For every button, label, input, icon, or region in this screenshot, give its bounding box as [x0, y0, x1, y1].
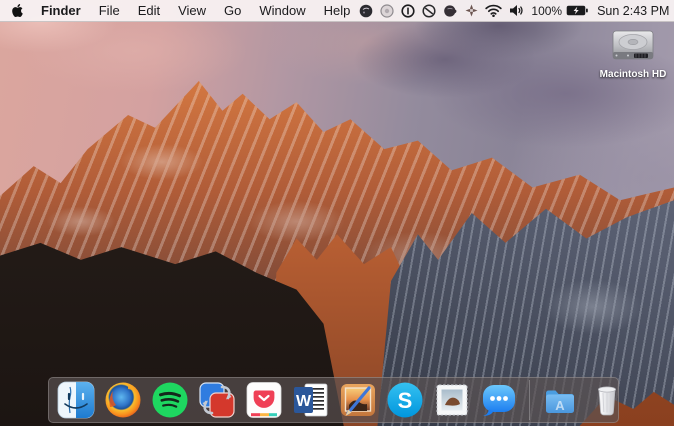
menu-item-window[interactable]: Window — [250, 0, 314, 21]
spotify-dock-icon[interactable] — [151, 381, 189, 419]
wallpaper — [0, 0, 674, 426]
wifi-icon[interactable] — [485, 4, 503, 17]
menu-item-help[interactable]: Help — [315, 0, 360, 21]
menu-bar-clock[interactable]: Sun 2:43 PM — [595, 4, 671, 18]
menu-bar: Finder File Edit View Go Window Help 100… — [0, 0, 674, 22]
pinwheel-icon[interactable] — [465, 4, 478, 17]
hard-drive-icon — [612, 30, 654, 60]
battery-status[interactable]: 100% — [531, 4, 588, 18]
word-letter: W — [296, 393, 312, 410]
applications-folder-dock-icon[interactable]: A — [541, 381, 579, 419]
desktop-screen: Finder File Edit View Go Window Help 100… — [0, 0, 674, 426]
volume-icon[interactable] — [509, 4, 524, 17]
gray-circle-icon[interactable] — [380, 3, 394, 18]
menu-item-finder[interactable]: Finder — [32, 0, 90, 21]
prohibit-circle-icon[interactable] — [422, 3, 436, 18]
applications-folder-letter: A — [555, 398, 565, 413]
messages-dock-icon[interactable] — [480, 381, 518, 419]
apple-menu-icon[interactable] — [11, 0, 32, 21]
menu-item-edit[interactable]: Edit — [129, 0, 169, 21]
battery-charging-icon — [566, 5, 588, 16]
menu-item-view[interactable]: View — [169, 0, 215, 21]
menu-item-file[interactable]: File — [90, 0, 129, 21]
dock: W S A — [48, 377, 619, 423]
word-dock-icon[interactable]: W — [292, 381, 330, 419]
dark-cup-icon[interactable] — [443, 4, 458, 18]
menu-item-go[interactable]: Go — [215, 0, 250, 21]
image-editor-dock-icon[interactable] — [339, 381, 377, 419]
power-circle-icon[interactable] — [401, 3, 415, 18]
pocket-dock-icon[interactable] — [245, 381, 283, 419]
dock-separator — [529, 380, 530, 420]
battery-percent-label: 100% — [531, 3, 563, 18]
skype-dock-icon[interactable]: S — [386, 381, 424, 419]
vmware-fusion-dock-icon[interactable] — [198, 381, 236, 419]
desktop-icon-label: Macintosh HD — [599, 69, 667, 80]
desktop-icon-macintosh-hd[interactable]: Macintosh HD — [599, 27, 667, 80]
mail-dock-icon[interactable] — [433, 381, 471, 419]
skype-letter: S — [398, 388, 413, 413]
firefox-dock-icon[interactable] — [104, 381, 142, 419]
trash-dock-icon[interactable] — [588, 381, 626, 419]
dark-sphere-icon[interactable] — [359, 4, 373, 18]
finder-dock-icon[interactable] — [57, 381, 95, 419]
menu-bar-left: Finder File Edit View Go Window Help — [0, 0, 359, 21]
menu-bar-status: 100% Sun 2:43 PM — [359, 0, 674, 21]
